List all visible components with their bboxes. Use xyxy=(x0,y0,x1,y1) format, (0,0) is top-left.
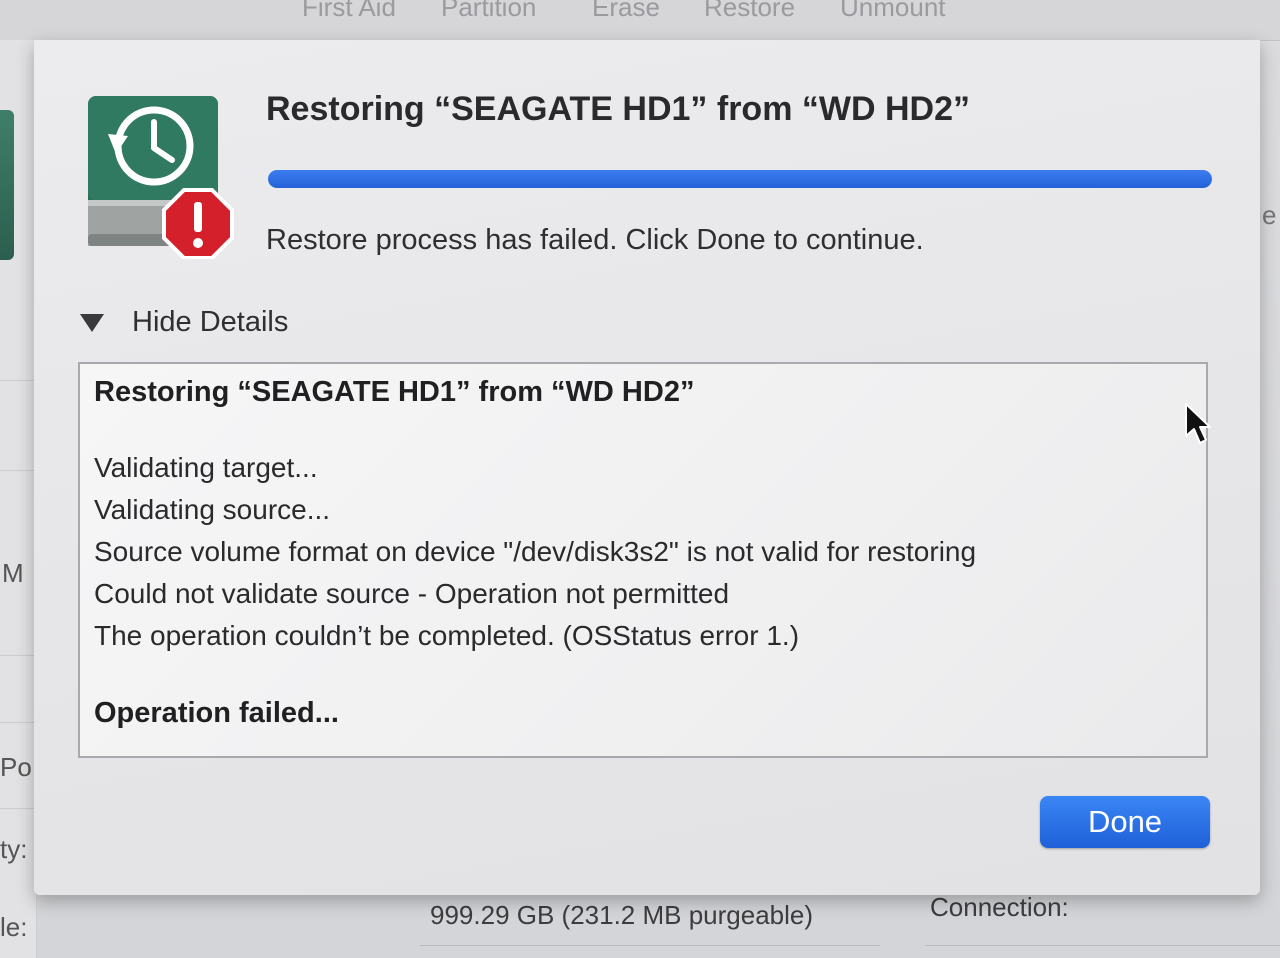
log-line: Validating source... xyxy=(94,494,331,525)
info-label-fragment: Po xyxy=(0,752,32,782)
details-footer: Operation failed... xyxy=(94,697,339,729)
status-message: Restore process has failed. Click Done t… xyxy=(266,224,924,256)
divider xyxy=(0,655,36,656)
connection-label: Connection: xyxy=(930,892,1069,922)
restore-progress-bar xyxy=(268,170,1212,188)
done-button[interactable]: Done xyxy=(1040,796,1210,848)
capacity-value: 999.29 GB (231.2 MB purgeable) xyxy=(430,900,814,930)
hide-details-toggle[interactable]: Hide Details xyxy=(80,306,288,339)
toolbar-restore-button[interactable]: Restore xyxy=(704,0,795,23)
toolbar-erase-button[interactable]: Erase xyxy=(592,0,660,23)
log-line: Could not validate source - Operation no… xyxy=(94,578,730,609)
log-line: The operation couldn’t be completed. (OS… xyxy=(94,620,800,651)
mouse-pointer-icon xyxy=(1185,403,1211,444)
details-heading: Restoring “SEAGATE HD1” from “WD HD2” xyxy=(94,376,695,408)
toolbar-partition-button[interactable]: Partition xyxy=(441,0,536,23)
info-label-fragment: e xyxy=(1262,200,1277,230)
info-label-fragment: ty: xyxy=(0,834,28,864)
divider xyxy=(0,808,36,809)
progress-fill xyxy=(268,170,1212,188)
screen: First Aid Partition Erase Restore Unmoun… xyxy=(0,0,1280,958)
hide-details-label[interactable]: Hide Details xyxy=(132,306,288,339)
disclosure-triangle-icon[interactable] xyxy=(80,313,104,332)
restore-title: Restoring “SEAGATE HD1” from “WD HD2” xyxy=(266,90,970,128)
divider xyxy=(420,945,880,946)
toolbar-unmount-button[interactable]: Unmount xyxy=(840,0,946,23)
toolbar-first-aid-button[interactable]: First Aid xyxy=(302,0,396,23)
disk-utility-toolbar: First Aid Partition Erase Restore Unmoun… xyxy=(0,0,1280,41)
info-label-fragment: le: xyxy=(0,912,28,942)
restore-sheet: Restoring “SEAGATE HD1” from “WD HD2” Re… xyxy=(34,40,1260,895)
divider xyxy=(925,945,1280,946)
details-log-box[interactable]: Restoring “SEAGATE HD1” from “WD HD2” Va… xyxy=(78,362,1208,758)
divider xyxy=(0,470,36,471)
disk-utility-restore-error-icon xyxy=(88,96,234,259)
sidebar-disk-icon xyxy=(0,110,14,260)
divider xyxy=(0,722,36,723)
log-line: Source volume format on device "/dev/dis… xyxy=(94,536,977,567)
log-line: Validating target... xyxy=(94,452,318,483)
info-label-fragment: M xyxy=(2,558,24,588)
divider xyxy=(0,380,36,381)
